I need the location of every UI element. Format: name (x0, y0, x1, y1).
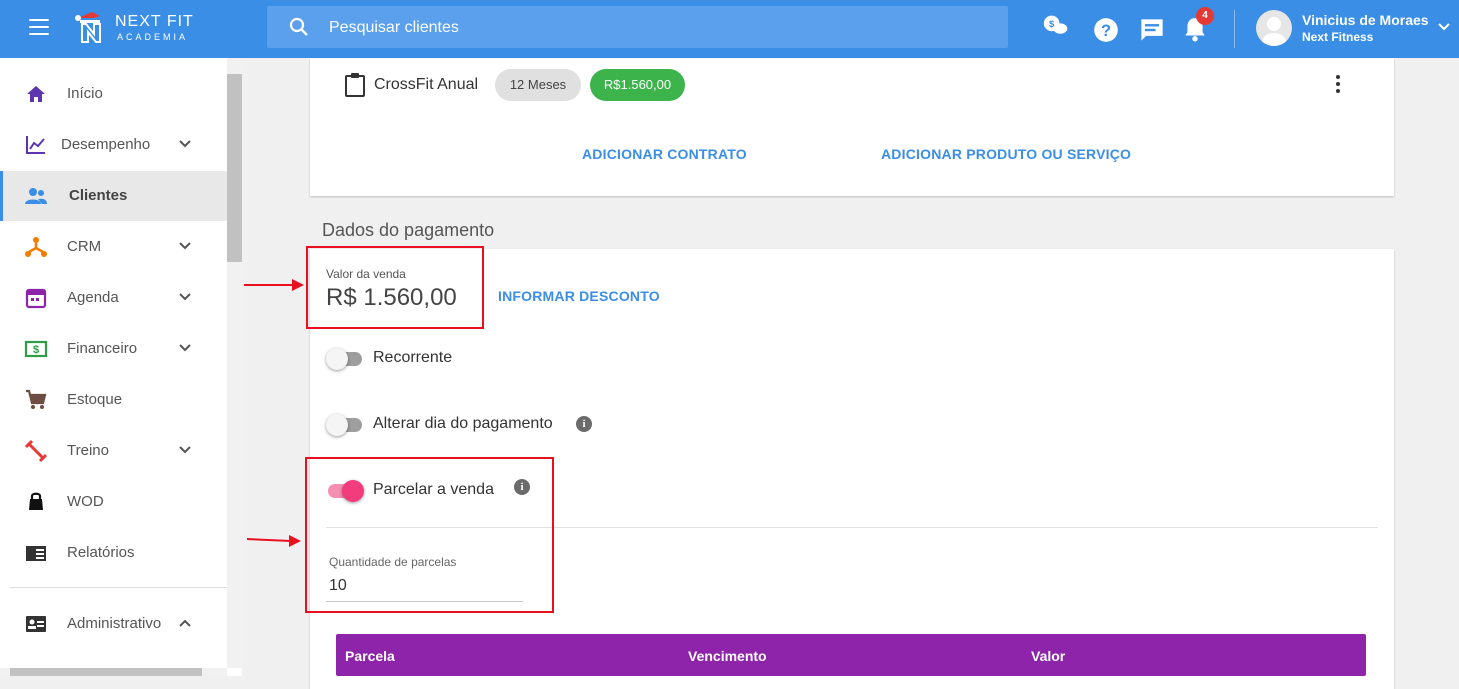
scrollbar-thumb[interactable] (10, 668, 202, 676)
toolbar-divider (1234, 10, 1235, 48)
logo-mark-icon (75, 12, 101, 43)
crm-network-icon (25, 237, 47, 257)
brand-subtitle: ACADEMIA (117, 32, 189, 42)
sidebar-item-relatorios[interactable]: Relatórios (0, 528, 227, 578)
sidebar-item-label: Clientes (69, 187, 128, 204)
sidebar-item-clientes[interactable]: Clientes (0, 171, 227, 221)
sidebar-item-desempenho[interactable]: Desempenho (0, 120, 227, 170)
product-name: CrossFit Anual (374, 76, 479, 93)
discount-button[interactable]: INFORMAR DESCONTO (498, 288, 660, 304)
duration-chip: 12 Meses (495, 69, 581, 101)
home-icon (27, 86, 45, 102)
more-vertical-icon[interactable] (1334, 74, 1342, 94)
chevron-down-icon[interactable] (177, 136, 193, 152)
svg-text:$: $ (33, 344, 39, 356)
sidebar-item-label: WOD (67, 493, 104, 510)
sidebar-item-estoque[interactable]: Estoque (0, 375, 227, 425)
column-header-vencimento: Vencimento (688, 648, 767, 664)
user-avatar-icon (1262, 17, 1286, 46)
money-icon: $ (24, 340, 48, 358)
report-icon (26, 546, 46, 561)
brand-name: NEXT FIT (115, 13, 194, 30)
annotation-box (306, 246, 484, 329)
column-header-parcela: Parcela (345, 648, 395, 664)
search-bar[interactable] (267, 6, 1008, 48)
id-card-icon (26, 616, 46, 632)
calendar-icon (25, 288, 47, 309)
sidebar-scrollbar[interactable] (227, 58, 242, 668)
sidebar-item-label: Início (67, 85, 103, 102)
search-icon (289, 17, 308, 36)
message-icon[interactable] (1139, 17, 1165, 43)
user-name[interactable]: Vinicius de Moraes (1302, 12, 1429, 28)
sidebar: Início Desempenho Clientes CRM Agenda $ … (0, 58, 242, 676)
sidebar-item-agenda[interactable]: Agenda (0, 273, 227, 323)
people-icon (25, 188, 47, 204)
sidebar-item-label: Estoque (67, 391, 123, 408)
sidebar-item-inicio[interactable]: Início (0, 69, 227, 119)
column-header-valor: Valor (1031, 648, 1066, 664)
cart-icon (26, 389, 47, 409)
svg-text:?: ? (1101, 21, 1111, 40)
sidebar-horizontal-scrollbar[interactable] (0, 668, 227, 676)
sidebar-item-label: Administrativo (67, 615, 162, 632)
chevron-down-icon[interactable] (177, 340, 193, 356)
sidebar-divider (10, 587, 227, 588)
chat-money-icon[interactable]: $ (1043, 13, 1069, 39)
add-product-button[interactable]: ADICIONAR PRODUTO OU SERVIÇO (881, 146, 1131, 162)
chevron-down-icon[interactable] (1437, 20, 1451, 34)
annotation-arrow-icon (247, 535, 301, 547)
sidebar-item-wod[interactable]: WOD (0, 477, 227, 527)
recurring-label: Recorrente (373, 349, 453, 366)
help-icon[interactable]: ? (1093, 17, 1119, 43)
clipboard-icon (345, 73, 365, 97)
dumbbell-icon (24, 439, 48, 463)
annotation-arrow-icon (244, 279, 304, 291)
top-bar: NEXT FIT ACADEMIA $ ? 4 Vinicius de Mora… (0, 0, 1459, 58)
change-payment-day-toggle[interactable] (326, 413, 364, 436)
info-icon[interactable]: i (576, 416, 592, 432)
section-title: Dados do pagamento (322, 220, 495, 240)
search-input[interactable] (327, 14, 931, 42)
change-payment-day-label: Alterar dia do pagamento (373, 415, 553, 432)
sidebar-item-administrativo[interactable]: Administrativo (0, 599, 227, 649)
sidebar-item-financeiro[interactable]: $ Financeiro (0, 324, 227, 374)
annotation-box (305, 457, 554, 613)
sidebar-item-label: Relatórios (67, 544, 135, 561)
notification-badge: 4 (1196, 7, 1214, 25)
chevron-up-icon[interactable] (177, 615, 193, 631)
price-chip: R$1.560,00 (590, 69, 685, 101)
user-organization: Next Fitness (1302, 30, 1374, 44)
chevron-down-icon[interactable] (177, 442, 193, 458)
sidebar-item-label: Financeiro (67, 340, 138, 357)
toggle-knob (326, 348, 348, 370)
chart-line-icon (26, 136, 45, 154)
sidebar-item-treino[interactable]: Treino (0, 426, 227, 476)
contracts-card: CrossFit Anual 12 Meses R$1.560,00 ADICI… (310, 58, 1394, 196)
toggle-knob (326, 414, 348, 436)
scrollbar-thumb[interactable] (227, 74, 242, 262)
installments-table-header: Parcela Vencimento Valor (336, 634, 1366, 676)
kettlebell-icon (29, 492, 43, 510)
sidebar-item-label: Desempenho (61, 136, 151, 153)
chevron-down-icon[interactable] (177, 238, 193, 254)
sidebar-item-label: CRM (67, 238, 102, 255)
add-contract-button[interactable]: ADICIONAR CONTRATO (582, 146, 747, 162)
sidebar-item-label: Agenda (67, 289, 119, 306)
recurring-toggle[interactable] (326, 347, 364, 370)
menu-icon[interactable] (29, 19, 49, 35)
brand-logo[interactable]: NEXT FIT ACADEMIA (70, 8, 210, 48)
avatar[interactable] (1256, 10, 1292, 46)
sidebar-item-crm[interactable]: CRM (0, 222, 227, 272)
chevron-down-icon[interactable] (177, 289, 193, 305)
sidebar-item-label: Treino (67, 442, 109, 459)
